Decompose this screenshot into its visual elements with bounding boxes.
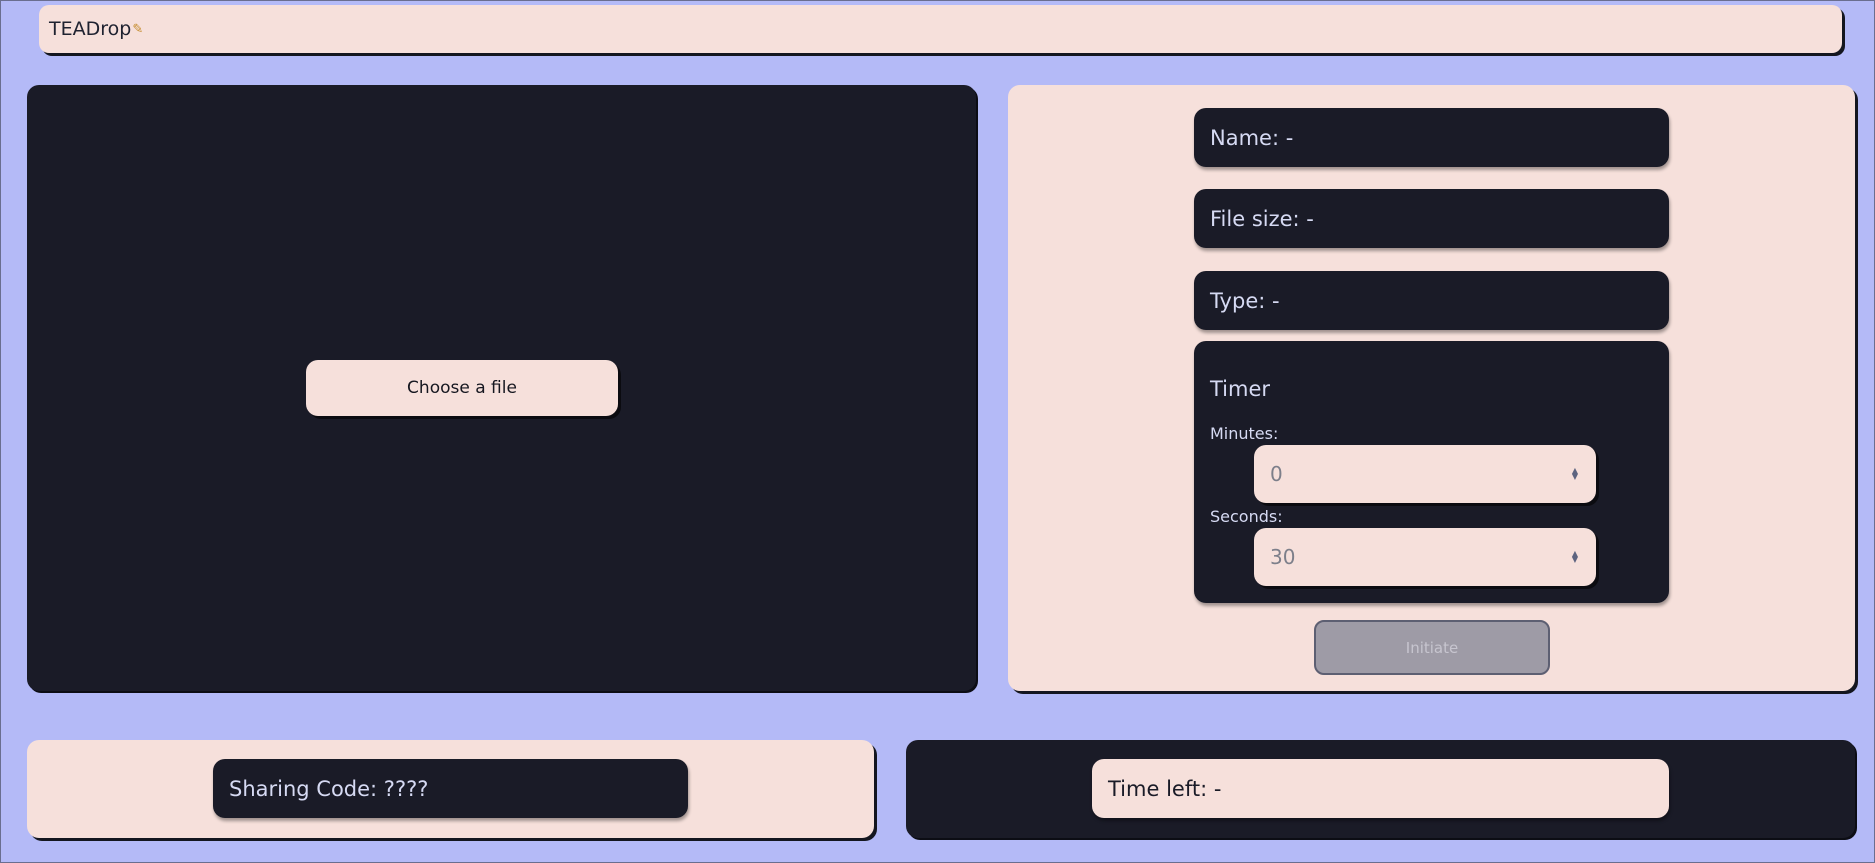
seconds-input[interactable]: 30 ▲ ▼ [1254, 528, 1596, 586]
initiate-button[interactable]: Initiate [1314, 620, 1550, 675]
seconds-value: 30 [1270, 545, 1296, 569]
sharing-code-field: Sharing Code: ???? [213, 759, 688, 818]
bird-icon: ✎ [132, 21, 144, 37]
app-header: TEADrop ✎ [39, 5, 1842, 53]
minutes-stepper-icon[interactable]: ▲ ▼ [1572, 467, 1578, 481]
file-size-field: File size: - [1194, 189, 1669, 248]
file-name-field: Name: - [1194, 108, 1669, 167]
seconds-stepper-icon[interactable]: ▲ ▼ [1572, 550, 1578, 564]
choose-file-button[interactable]: Choose a file [306, 360, 618, 416]
timer-title: Timer [1210, 377, 1271, 401]
time-left-field: Time left: - [1092, 759, 1669, 818]
app-title: TEADrop [49, 18, 132, 40]
minutes-value: 0 [1270, 462, 1283, 486]
seconds-label: Seconds: [1210, 507, 1283, 526]
file-type-field: Type: - [1194, 271, 1669, 330]
minutes-input[interactable]: 0 ▲ ▼ [1254, 445, 1596, 503]
minutes-label: Minutes: [1210, 424, 1279, 443]
timer-card: Timer Minutes: 0 ▲ ▼ Seconds: 30 ▲ ▼ [1194, 341, 1669, 603]
